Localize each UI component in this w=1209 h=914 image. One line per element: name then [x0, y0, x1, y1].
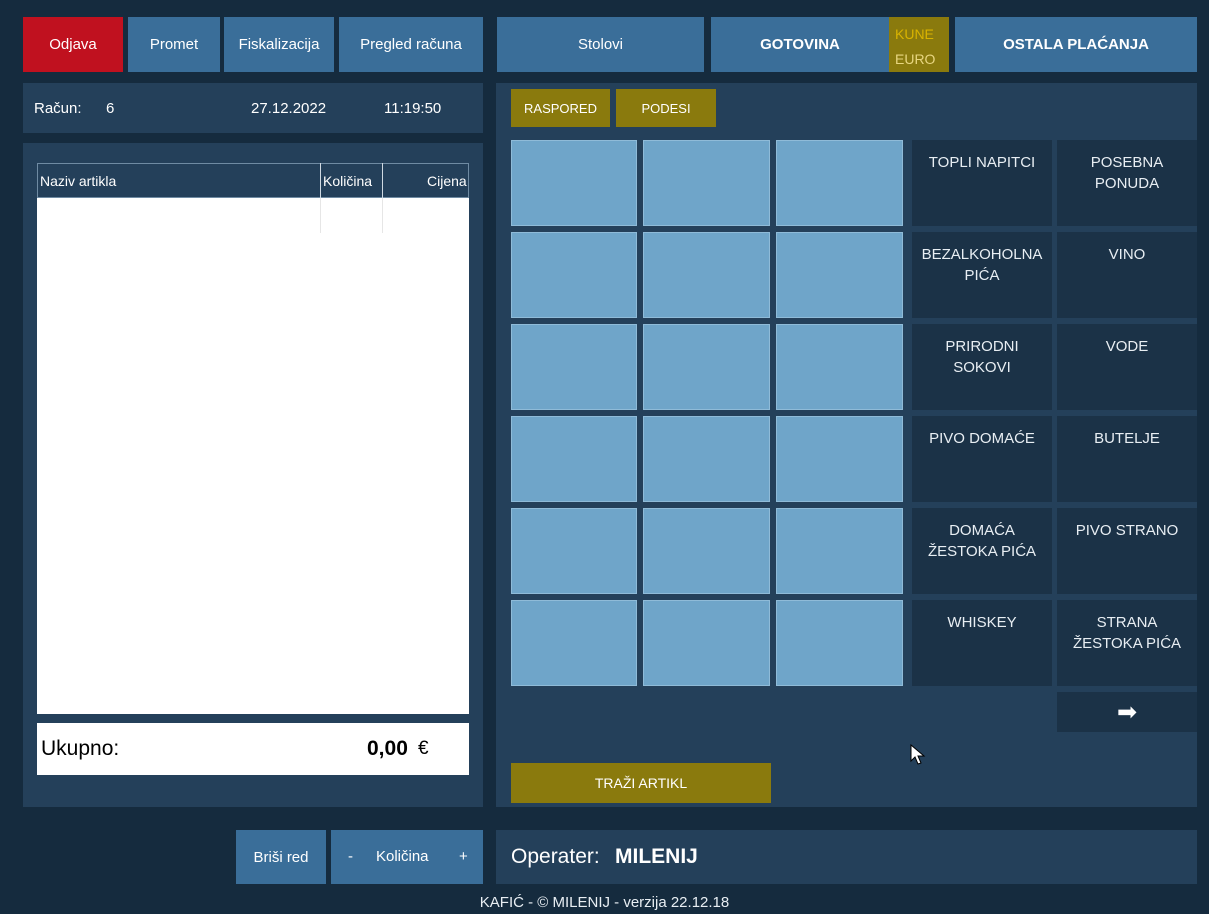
fiscalization-button[interactable]: Fiskalizacija	[224, 17, 334, 72]
column-divider	[382, 198, 383, 233]
category-wine[interactable]: VINO	[1057, 232, 1197, 318]
receipt-time: 11:19:50	[384, 100, 442, 117]
category-foreign-beer[interactable]: PIVO STRANO	[1057, 508, 1197, 594]
operator-label: Operater:	[511, 845, 600, 868]
article-tile[interactable]	[776, 324, 903, 410]
footer-version-text: KAFIĆ - © MILENIJ - verzija 22.12.18	[479, 894, 730, 911]
category-special-offer[interactable]: POSEBNA PONUDA	[1057, 140, 1197, 226]
article-tile[interactable]	[643, 508, 770, 594]
category-natural-juices[interactable]: PRIRODNI SOKOVI	[912, 324, 1052, 410]
mouse-cursor-icon	[910, 744, 926, 765]
article-tile[interactable]	[643, 232, 770, 318]
currency-symbol: €	[418, 738, 429, 759]
category-foreign-spirits[interactable]: STRANA ŽESTOKA PIĆA	[1057, 600, 1197, 686]
article-tile[interactable]	[776, 232, 903, 318]
quantity-stepper[interactable]: - Količina +	[331, 830, 483, 884]
quantity-minus-button[interactable]: -	[348, 848, 353, 865]
column-divider	[320, 163, 321, 198]
category-soft-drinks[interactable]: BEZALKOHOLNA PIĆA	[912, 232, 1052, 318]
receipts-overview-button[interactable]: Pregled računa	[339, 17, 483, 72]
next-page-arrow-icon[interactable]: ➡	[1057, 692, 1197, 732]
layout-schedule-button[interactable]: RASPORED	[511, 89, 610, 127]
currency-euro-label: EURO	[895, 51, 936, 67]
article-tile[interactable]	[511, 508, 637, 594]
currency-kune-label: KUNE	[895, 26, 934, 42]
category-hot-drinks[interactable]: TOPLI NAPITCI	[912, 140, 1052, 226]
receipt-header: Račun: 6 27.12.2022 11:19:50	[23, 83, 483, 133]
article-tile[interactable]	[511, 324, 637, 410]
tables-button[interactable]: Stolovi	[497, 17, 704, 72]
column-header-price[interactable]: Cijena	[427, 173, 467, 189]
article-tile[interactable]	[511, 140, 637, 226]
total-label: Ukupno:	[41, 737, 120, 760]
receipt-items-table[interactable]: Naziv artikla Količina Cijena	[37, 163, 469, 714]
article-tile[interactable]	[776, 600, 903, 686]
quantity-plus-button[interactable]: +	[459, 848, 468, 865]
article-tile[interactable]	[511, 232, 637, 318]
article-tile[interactable]	[511, 416, 637, 502]
article-tile[interactable]	[776, 416, 903, 502]
total-value: 0,00	[367, 737, 408, 760]
article-tile[interactable]	[643, 324, 770, 410]
article-tile[interactable]	[643, 140, 770, 226]
operator-bar: Operater: MILENIJ	[496, 830, 1197, 884]
category-bottles[interactable]: BUTELJE	[1057, 416, 1197, 502]
search-article-button[interactable]: TRAŽI ARTIKL	[511, 763, 771, 803]
article-tile[interactable]	[511, 600, 637, 686]
column-divider	[320, 198, 321, 233]
turnover-button[interactable]: Promet	[128, 17, 220, 72]
receipt-panel: Naziv artikla Količina Cijena Ukupno: 0,…	[23, 143, 483, 807]
quantity-label: Količina	[376, 848, 429, 865]
column-header-name[interactable]: Naziv artikla	[40, 173, 116, 189]
total-box: Ukupno: 0,00 €	[37, 723, 469, 775]
delete-row-button[interactable]: Briši red	[236, 830, 326, 884]
article-tile[interactable]	[643, 600, 770, 686]
other-payments-button[interactable]: OSTALA PLAĆANJA	[955, 17, 1197, 72]
logout-button[interactable]: Odjava	[23, 17, 123, 72]
category-domestic-spirits[interactable]: DOMAĆA ŽESTOKA PIĆA	[912, 508, 1052, 594]
receipt-label: Račun:	[34, 100, 82, 117]
column-header-quantity[interactable]: Količina	[323, 173, 372, 189]
operator-name: MILENIJ	[615, 845, 698, 868]
receipt-date: 27.12.2022	[251, 100, 327, 117]
category-domestic-beer[interactable]: PIVO DOMAĆE	[912, 416, 1052, 502]
column-divider	[382, 163, 383, 198]
article-tile[interactable]	[643, 416, 770, 502]
cash-payment-button[interactable]: GOTOVINA	[711, 17, 889, 72]
article-tile[interactable]	[776, 508, 903, 594]
category-waters[interactable]: VODE	[1057, 324, 1197, 410]
category-whiskey[interactable]: WHISKEY	[912, 600, 1052, 686]
layout-settings-button[interactable]: PODESI	[616, 89, 716, 127]
article-tile[interactable]	[776, 140, 903, 226]
currency-toggle[interactable]: KUNE EURO	[889, 17, 949, 72]
receipt-number: 6	[106, 100, 115, 117]
